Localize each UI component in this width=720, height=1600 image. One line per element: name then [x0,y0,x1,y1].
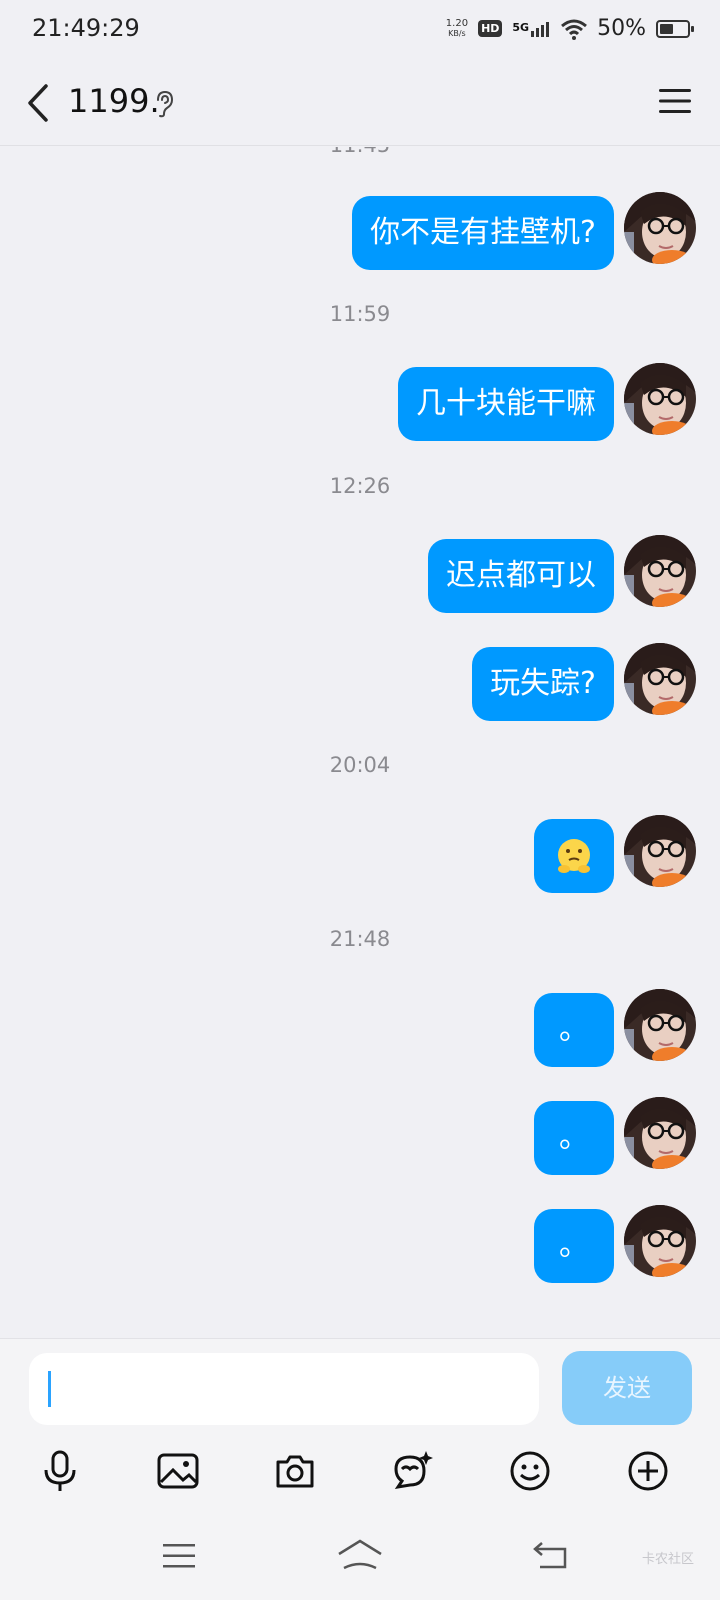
wifi-icon [561,19,588,40]
avatar[interactable] [624,363,696,435]
signal-label: 5G [512,20,530,34]
net-speed-unit: KB/s [448,28,466,38]
net-speed-value: 1.20 [445,17,469,29]
avatar[interactable] [624,989,696,1061]
image-icon[interactable] [156,1449,200,1493]
status-bar: 21:49:29 1.20 KB/s HD 5G 50% [0,0,720,60]
avatar[interactable] [624,1097,696,1169]
mic-icon[interactable] [38,1449,82,1493]
hd-icon: HD [478,20,503,37]
timestamp: 11:45 [0,147,720,157]
message-bubble[interactable]: 。 [534,993,614,1067]
message-bubble[interactable]: 。 [534,1101,614,1175]
battery-fill [660,23,673,34]
recents-icon[interactable] [162,1542,196,1570]
text-caret [48,1371,51,1407]
avatar[interactable] [624,1205,696,1277]
magic-icon[interactable] [390,1449,434,1493]
chat-title[interactable]: 1199. [68,82,160,120]
chat-header: 1199. [0,60,720,146]
timestamp: 12:26 [329,474,391,498]
message-bubble[interactable]: 迟点都可以 [428,539,614,613]
menu-icon[interactable] [658,86,692,116]
message-input[interactable] [29,1353,539,1425]
battery-percent: 50% [597,16,646,41]
status-icons: 1.20 KB/s HD 5G 50% [445,16,694,41]
message-bubble-emoji[interactable] [534,819,614,893]
camera-icon[interactable] [273,1449,317,1493]
message-bubble[interactable]: 几十块能干嘛 [398,367,614,441]
timestamp: 11:59 [329,302,391,326]
watermark: 卡农社区 [641,1552,694,1567]
home-icon[interactable] [336,1538,384,1572]
timestamp: 20:04 [329,753,391,777]
signal-icon: 5G [512,21,551,37]
send-button[interactable]: 发送 [562,1351,692,1425]
message-bubble[interactable]: 。 [534,1209,614,1283]
emoji-icon[interactable] [508,1449,552,1493]
chat-area[interactable]: 11:45 你不是有挂壁机? 11:59 几十块能干嘛 12:26 迟点都可以 … [0,147,720,1337]
timestamp: 21:48 [329,927,391,951]
ear-icon[interactable] [153,90,175,118]
emoji-sticker-icon [558,839,590,873]
status-time: 21:49:29 [32,14,140,42]
back-arrow-icon[interactable] [24,82,54,124]
avatar[interactable] [624,815,696,887]
avatar[interactable] [624,535,696,607]
back-nav-icon[interactable] [532,1540,568,1570]
avatar[interactable] [624,192,696,264]
avatar[interactable] [624,643,696,715]
message-bubble[interactable]: 玩失踪? [472,647,614,721]
battery-icon [656,19,694,38]
message-bubble[interactable]: 你不是有挂壁机? [352,196,614,270]
net-speed: 1.20 KB/s [445,17,469,39]
plus-icon[interactable] [626,1449,670,1493]
